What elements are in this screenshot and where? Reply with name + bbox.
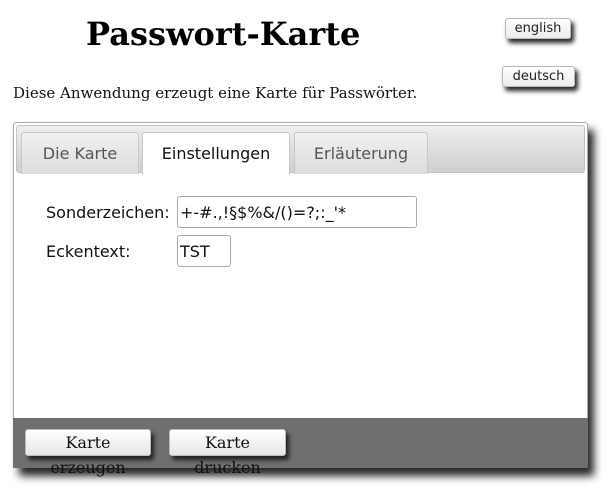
tabs-container: Die Karte Einstellungen Erläuterung Sond… <box>13 122 588 420</box>
card-panel: Die Karte Einstellungen Erläuterung Sond… <box>13 122 588 477</box>
german-language-button[interactable]: deutsch <box>502 66 575 87</box>
corner-text-label: Eckentext: <box>46 242 131 261</box>
corner-text-input[interactable] <box>177 235 231 267</box>
special-chars-label: Sonderzeichen: <box>46 203 170 222</box>
generate-card-button[interactable]: Karte erzeugen <box>25 429 151 477</box>
intro-text: Diese Anwendung erzeugt eine Karte für P… <box>13 84 418 102</box>
action-bar: Karte erzeugen Karte drucken <box>13 418 588 477</box>
page-title: Passwort-Karte <box>86 15 361 53</box>
english-language-button[interactable]: english <box>505 18 571 39</box>
tab-einstellungen[interactable]: Einstellungen <box>142 132 290 175</box>
print-card-button[interactable]: Karte drucken <box>169 429 286 477</box>
special-chars-input[interactable] <box>177 196 417 228</box>
tab-erlaeuterung[interactable]: Erläuterung <box>294 132 428 174</box>
tab-die-karte[interactable]: Die Karte <box>21 132 139 174</box>
tab-bar: Die Karte Einstellungen Erläuterung <box>16 125 585 175</box>
